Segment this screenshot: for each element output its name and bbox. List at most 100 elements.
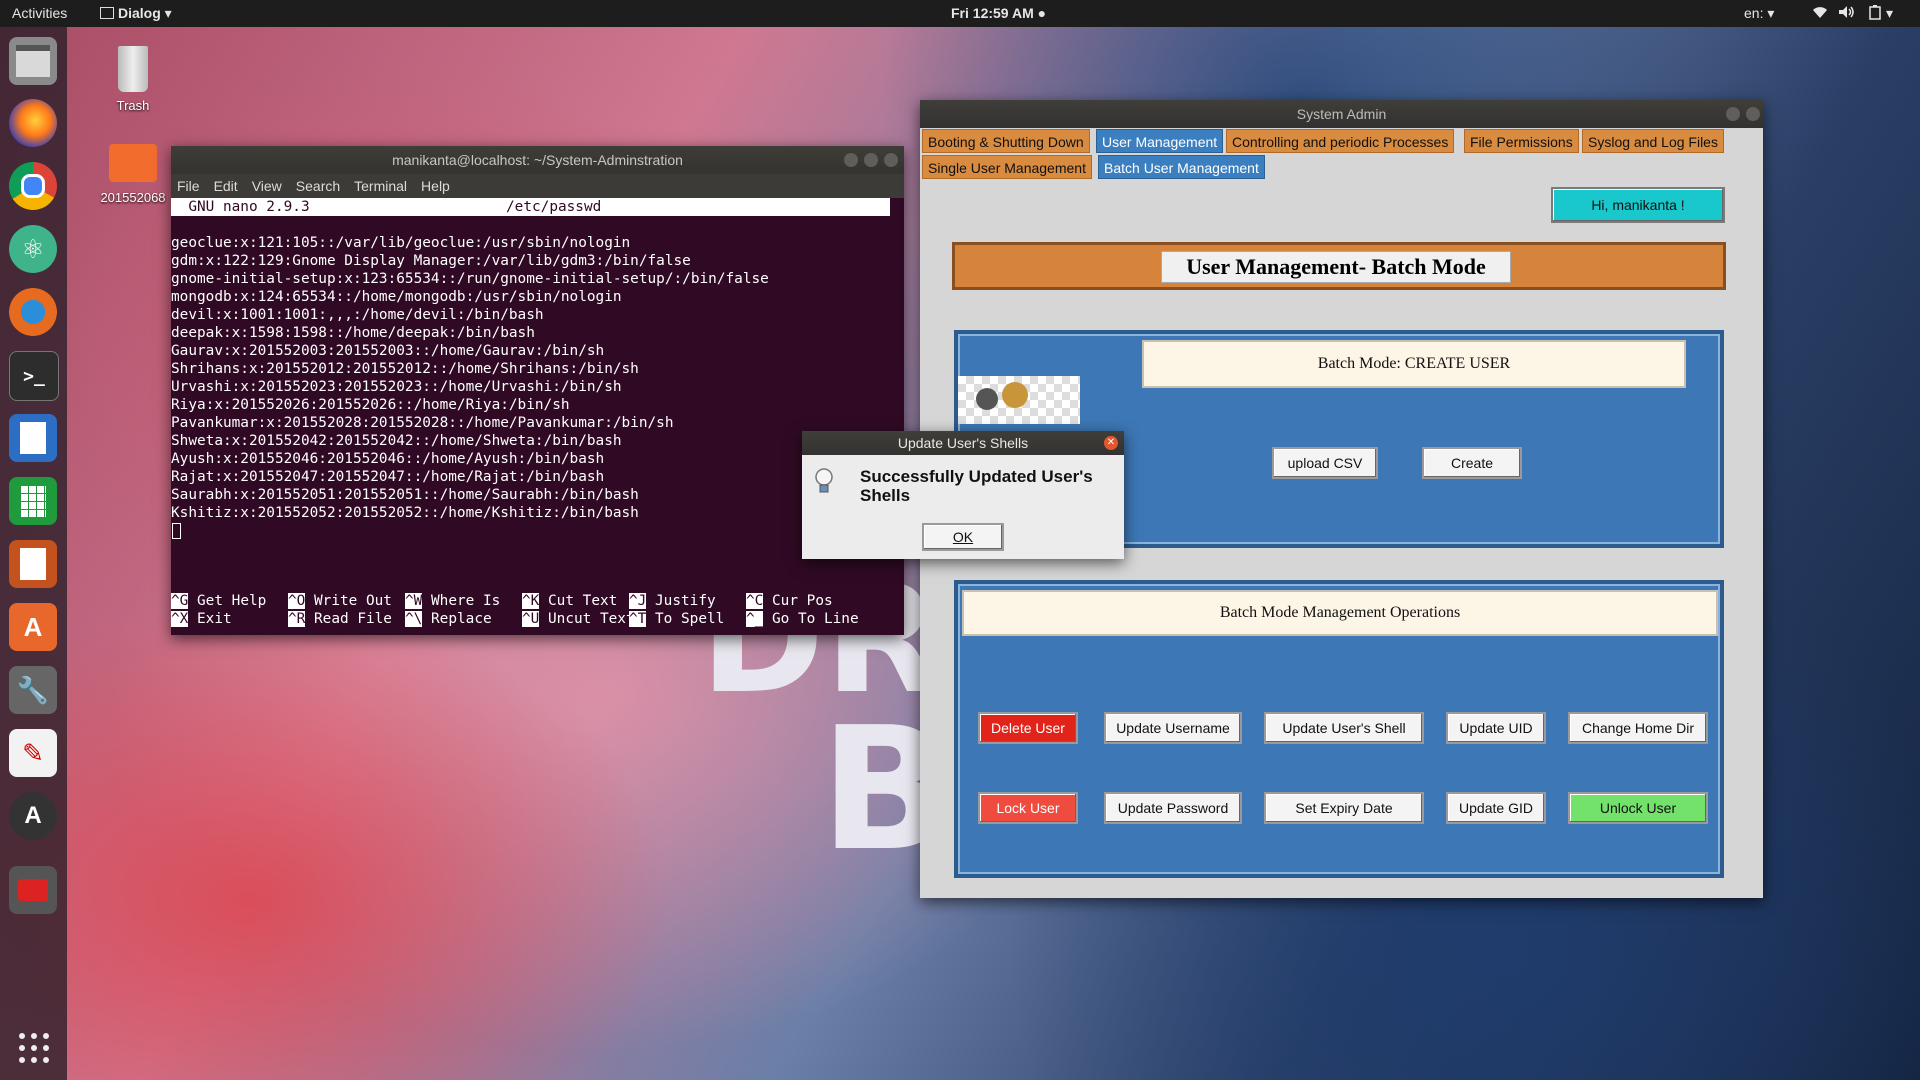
app-menu[interactable]: Dialog ▾ bbox=[100, 5, 172, 22]
menu-view[interactable]: View bbox=[252, 178, 282, 194]
minimize-icon[interactable] bbox=[1726, 107, 1740, 121]
folder-label: 201552068 bbox=[100, 190, 166, 205]
tab-user-management[interactable]: User Management bbox=[1096, 129, 1224, 153]
file-line: Rajat:x:201552047:201552047::/home/Rajat… bbox=[171, 469, 605, 485]
settings-icon[interactable]: 🔧 bbox=[9, 666, 57, 714]
shortcut-key: ^U bbox=[522, 611, 540, 627]
file-line: Riya:x:201552026:201552026::/home/Riya:/… bbox=[171, 397, 570, 413]
update-password-button[interactable]: Update Password bbox=[1104, 792, 1242, 824]
file-line: deepak:x:1598:1598::/home/deepak:/bin/ba… bbox=[171, 325, 535, 341]
shortcut-key: ^_ bbox=[746, 611, 764, 627]
notification-dot-icon: ● bbox=[1037, 5, 1047, 21]
file-line: Shrihans:x:201552012:201552012::/home/Sh… bbox=[171, 361, 639, 377]
folder-icon bbox=[109, 144, 157, 182]
tab-single-user[interactable]: Single User Management bbox=[922, 155, 1092, 179]
change-home-dir-button[interactable]: Change Home Dir bbox=[1568, 712, 1708, 744]
files-icon[interactable] bbox=[9, 37, 57, 85]
writer-icon[interactable] bbox=[9, 414, 57, 462]
terminal-icon[interactable]: >_ bbox=[9, 351, 59, 401]
upload-csv-button[interactable]: upload CSV bbox=[1272, 447, 1378, 479]
dialog-message: Successfully Updated User's Shells bbox=[860, 467, 1093, 505]
shortcut-item: ^W Where Is bbox=[405, 592, 522, 610]
shortcut-label: Write Out bbox=[314, 593, 392, 609]
shortcut-key: ^X bbox=[171, 611, 189, 627]
set-expiry-date-button[interactable]: Set Expiry Date bbox=[1264, 792, 1424, 824]
update-shell-button[interactable]: Update User's Shell bbox=[1264, 712, 1424, 744]
maximize-icon[interactable] bbox=[864, 153, 878, 167]
text-editor-icon[interactable]: ✎ bbox=[9, 729, 57, 777]
clock[interactable]: Fri 12:59 AM ● bbox=[951, 5, 1046, 21]
top-bar: Activities Dialog ▾ Fri 12:59 AM ● en: ▾… bbox=[0, 0, 1920, 27]
update-uid-button[interactable]: Update UID bbox=[1446, 712, 1546, 744]
terminal-title: manikanta@localhost: ~/System-Adminstrat… bbox=[392, 152, 683, 168]
impress-icon[interactable] bbox=[9, 540, 57, 588]
users-avatar-image bbox=[958, 376, 1080, 424]
minimize-icon[interactable] bbox=[844, 153, 858, 167]
atom-icon[interactable]: ⚛ bbox=[9, 225, 57, 273]
shortcut-item: ^R Read File bbox=[288, 610, 405, 628]
shortcut-item: ^K Cut Text bbox=[522, 592, 629, 610]
shortcut-key: ^W bbox=[405, 593, 423, 609]
menu-terminal[interactable]: Terminal bbox=[354, 178, 407, 194]
software-updater-icon[interactable] bbox=[9, 288, 57, 336]
shortcut-key: ^K bbox=[522, 593, 540, 609]
lightbulb-icon bbox=[814, 467, 834, 493]
terminal-window[interactable]: manikanta@localhost: ~/System-Adminstrat… bbox=[171, 146, 904, 635]
shortcut-label: Replace bbox=[431, 611, 492, 627]
desktop-folder[interactable]: 201552068 bbox=[93, 144, 173, 205]
shortcut-label: Cur Pos bbox=[772, 593, 833, 609]
create-button[interactable]: Create bbox=[1422, 447, 1522, 479]
system-admin-title: System Admin bbox=[1296, 106, 1387, 122]
file-line: devil:x:1001:1001:,,,:/home/devil:/bin/b… bbox=[171, 307, 544, 323]
unlock-user-button[interactable]: Unlock User bbox=[1568, 792, 1708, 824]
language-label: en bbox=[1744, 5, 1760, 21]
close-icon[interactable] bbox=[884, 153, 898, 167]
close-icon[interactable]: ✕ bbox=[1104, 436, 1118, 450]
tab-syslog[interactable]: Syslog and Log Files bbox=[1582, 129, 1724, 153]
chrome-icon[interactable] bbox=[9, 162, 57, 210]
nano-version: GNU nano 2.9.3 bbox=[171, 199, 310, 215]
firefox-icon[interactable] bbox=[9, 99, 57, 147]
language-indicator[interactable]: en: ▾ bbox=[1744, 5, 1774, 22]
menu-file[interactable]: File bbox=[177, 178, 200, 194]
close-icon[interactable] bbox=[1746, 107, 1760, 121]
shortcut-label: Get Help bbox=[197, 593, 267, 609]
desktop-trash[interactable]: Trash bbox=[93, 46, 173, 113]
shortcut-label: Go To Line bbox=[772, 611, 859, 627]
battery-icon[interactable] bbox=[1868, 5, 1882, 23]
calc-icon[interactable] bbox=[9, 477, 57, 525]
file-line: Pavankumar:x:201552028:201552028::/home/… bbox=[171, 415, 674, 431]
update-shells-dialog[interactable]: Update User's Shells ✕ Successfully Upda… bbox=[802, 431, 1124, 559]
app-menu-label: Dialog bbox=[118, 5, 161, 21]
nano-filename: /etc/passwd bbox=[506, 199, 602, 215]
delete-user-button[interactable]: Delete User bbox=[978, 712, 1078, 744]
tab-batch-user[interactable]: Batch User Management bbox=[1098, 155, 1265, 179]
shortcut-key: ^O bbox=[288, 593, 306, 609]
dialog-app-icon[interactable] bbox=[9, 866, 57, 914]
shortcut-label: Read File bbox=[314, 611, 392, 627]
menu-edit[interactable]: Edit bbox=[214, 178, 238, 194]
tab-file-permissions[interactable]: File Permissions bbox=[1464, 129, 1579, 153]
file-line: Kshitiz:x:201552052:201552052::/home/Ksh… bbox=[171, 505, 639, 521]
greeting-button[interactable]: Hi, manikanta ! bbox=[1551, 187, 1725, 223]
software-center-icon[interactable]: A bbox=[9, 603, 57, 651]
update-gid-button[interactable]: Update GID bbox=[1446, 792, 1546, 824]
tab-booting[interactable]: Booting & Shutting Down bbox=[922, 129, 1090, 153]
menu-help[interactable]: Help bbox=[421, 178, 450, 194]
activities-button[interactable]: Activities bbox=[12, 5, 67, 21]
volume-icon[interactable] bbox=[1838, 5, 1856, 22]
tab-processes[interactable]: Controlling and periodic Processes bbox=[1226, 129, 1455, 153]
lock-user-button[interactable]: Lock User bbox=[978, 792, 1078, 824]
ok-button[interactable]: OK bbox=[922, 523, 1004, 551]
update-username-button[interactable]: Update Username bbox=[1104, 712, 1242, 744]
system-menu-chevron-icon[interactable]: ▾ bbox=[1886, 5, 1893, 22]
wifi-icon[interactable] bbox=[1812, 5, 1828, 22]
nano-header: GNU nano 2.9.3/etc/passwd bbox=[171, 198, 890, 216]
terminal-screen[interactable]: GNU nano 2.9.3/etc/passwd geoclue:x:121:… bbox=[171, 198, 904, 635]
update-manager-icon[interactable]: A bbox=[9, 792, 57, 840]
system-admin-titlebar[interactable]: System Admin bbox=[920, 100, 1763, 128]
show-applications-icon[interactable] bbox=[17, 1031, 51, 1065]
dialog-titlebar[interactable]: Update User's Shells ✕ bbox=[802, 431, 1124, 455]
terminal-titlebar[interactable]: manikanta@localhost: ~/System-Adminstrat… bbox=[171, 146, 904, 174]
menu-search[interactable]: Search bbox=[296, 178, 340, 194]
